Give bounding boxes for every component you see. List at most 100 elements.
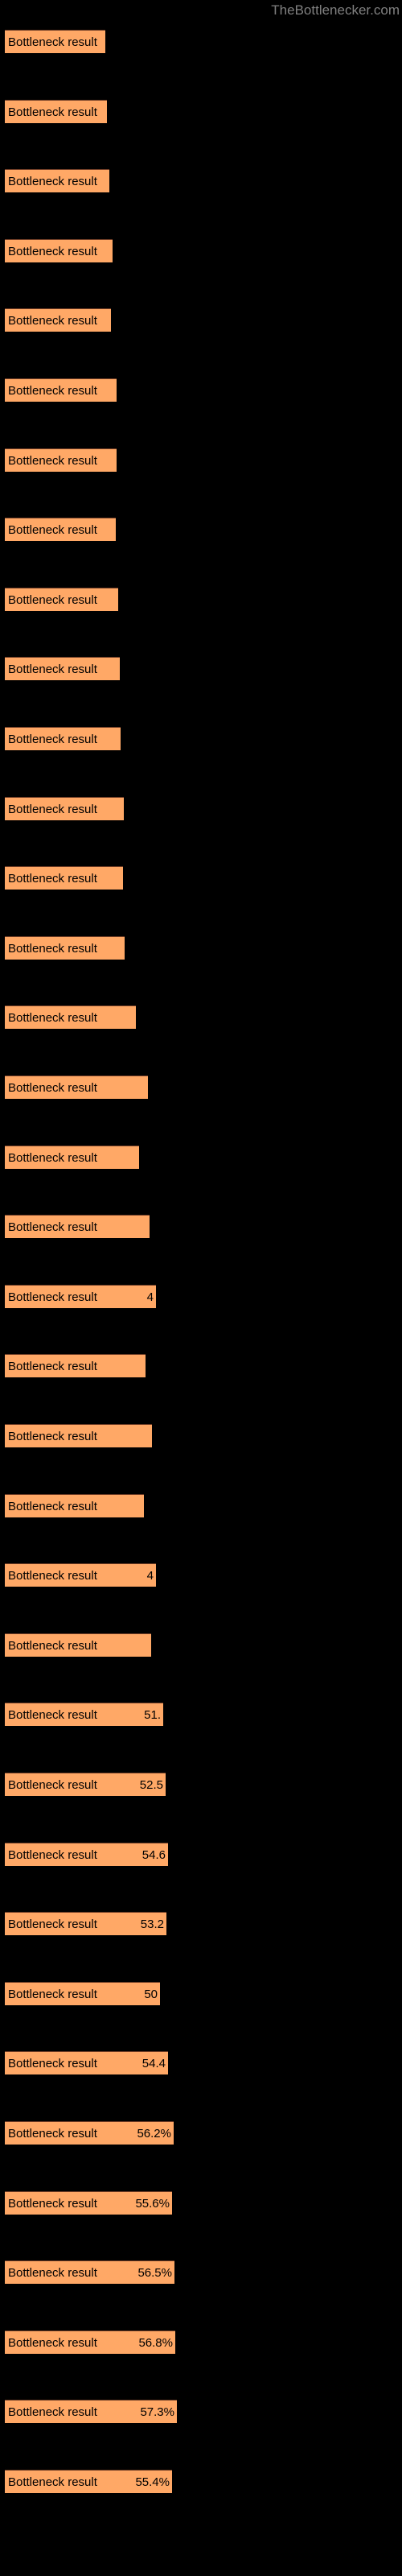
bar[interactable]: Bottleneck result 56.5%: [5, 2260, 174, 2285]
site-header: TheBottlenecker.com: [0, 0, 402, 20]
bar-label: Bottleneck result: [8, 733, 97, 746]
bar-value: 50: [144, 1987, 158, 2001]
bar-label: Bottleneck result: [8, 592, 97, 607]
bar-label: Bottleneck result: [8, 314, 97, 328]
bar[interactable]: Bottleneck result: [5, 1424, 152, 1447]
bar-label: Bottleneck result: [8, 1987, 97, 2001]
bar-label: Bottleneck result: [8, 1638, 97, 1653]
bar-label: Bottleneck result: [8, 1847, 97, 1862]
bar-label: Bottleneck result: [8, 1150, 97, 1165]
bar-row: Bottleneck result: [0, 448, 402, 473]
bar[interactable]: Bottleneck result: [5, 1145, 139, 1169]
bar-row: Bottleneck result: [0, 935, 402, 960]
bar-value: 52.5: [139, 1778, 163, 1792]
bar[interactable]: Bottleneck result: [5, 169, 109, 193]
bar[interactable]: Bottleneck result 56.2%: [5, 2121, 174, 2145]
bar-value: 51.: [144, 1708, 161, 1723]
bar[interactable]: Bottleneck result: [5, 796, 124, 820]
bar-row: Bottleneck result 52.5: [0, 1773, 402, 1797]
bar-value: 57.3%: [140, 2405, 174, 2420]
bar-value: 56.5%: [137, 2266, 172, 2281]
bar[interactable]: Bottleneck result 54.6: [5, 1842, 168, 1866]
site-title: TheBottlenecker.com: [271, 2, 400, 18]
bar[interactable]: Bottleneck result: [5, 1354, 146, 1378]
bar[interactable]: Bottleneck result: [5, 308, 111, 332]
bar[interactable]: Bottleneck result 56.8%: [5, 2330, 175, 2354]
bar[interactable]: Bottleneck result 52.5: [5, 1773, 166, 1796]
bar[interactable]: Bottleneck result 50: [5, 1981, 160, 2005]
bar-row: Bottleneck result: [0, 1354, 402, 1378]
bar-row: Bottleneck result: [0, 796, 402, 821]
bar[interactable]: Bottleneck result: [5, 1633, 151, 1657]
bar-row: Bottleneck result 51.: [0, 1703, 402, 1727]
bar[interactable]: Bottleneck result: [5, 1215, 150, 1239]
bar-label: Bottleneck result: [8, 175, 97, 189]
bar[interactable]: Bottleneck result 4: [5, 1563, 156, 1587]
bar[interactable]: Bottleneck result: [5, 1493, 144, 1517]
bar-row: Bottleneck result 57.3%: [0, 2400, 402, 2424]
bar-label: Bottleneck result: [8, 1918, 97, 1932]
bar[interactable]: Bottleneck result 51.: [5, 1703, 163, 1727]
bar-row: Bottleneck result: [0, 657, 402, 681]
bar-label: Bottleneck result: [8, 2335, 97, 2350]
bar-row: Bottleneck result: [0, 30, 402, 54]
bar-value: 4: [146, 1569, 154, 1583]
bar-row: Bottleneck result: [0, 518, 402, 542]
bar-label: Bottleneck result: [8, 872, 97, 886]
bar-label: Bottleneck result: [8, 1360, 97, 1374]
bar-label: Bottleneck result: [8, 1569, 97, 1583]
bar-label: Bottleneck result: [8, 244, 97, 258]
bar-row: Bottleneck result: [0, 99, 402, 124]
bar[interactable]: Bottleneck result: [5, 378, 117, 402]
bar-value: 55.4%: [135, 2475, 170, 2489]
bar[interactable]: Bottleneck result: [5, 587, 118, 611]
bar[interactable]: Bottleneck result: [5, 866, 123, 890]
bar[interactable]: Bottleneck result: [5, 448, 117, 472]
bar[interactable]: Bottleneck result 57.3%: [5, 2400, 177, 2424]
bar[interactable]: Bottleneck result: [5, 238, 113, 262]
bar-label: Bottleneck result: [8, 384, 97, 398]
bar[interactable]: Bottleneck result 55.6%: [5, 2190, 172, 2215]
bar-row: Bottleneck result 56.5%: [0, 2260, 402, 2285]
bar[interactable]: Bottleneck result 4: [5, 1284, 156, 1308]
bar-label: Bottleneck result: [8, 2057, 97, 2071]
bar-label: Bottleneck result: [8, 663, 97, 677]
bar[interactable]: Bottleneck result: [5, 518, 116, 542]
bar[interactable]: Bottleneck result: [5, 1075, 148, 1099]
bar-row: Bottleneck result: [0, 169, 402, 193]
bar[interactable]: Bottleneck result: [5, 657, 120, 681]
bar-row: Bottleneck result: [0, 727, 402, 751]
bar[interactable]: Bottleneck result: [5, 30, 105, 53]
bar-value: 55.6%: [135, 2196, 170, 2211]
bar-row: Bottleneck result 53.2: [0, 1912, 402, 1936]
bar[interactable]: Bottleneck result: [5, 727, 121, 750]
bar-value: 54.6: [142, 1847, 166, 1862]
bar-label: Bottleneck result: [8, 1499, 97, 1513]
bar[interactable]: Bottleneck result: [5, 935, 125, 960]
bar[interactable]: Bottleneck result: [5, 99, 107, 123]
bar-row: Bottleneck result: [0, 1005, 402, 1030]
bar-label: Bottleneck result: [8, 1011, 97, 1026]
bar-value: 53.2: [140, 1918, 164, 1932]
bar-label: Bottleneck result: [8, 802, 97, 816]
bar-label: Bottleneck result: [8, 523, 97, 538]
bar-row: Bottleneck result: [0, 1215, 402, 1239]
bar-row: Bottleneck result: [0, 1145, 402, 1170]
bar-label: Bottleneck result: [8, 2266, 97, 2281]
bar-label: Bottleneck result: [8, 2196, 97, 2211]
bar[interactable]: Bottleneck result 54.4: [5, 2051, 168, 2075]
bar-label: Bottleneck result: [8, 1220, 97, 1235]
bar-row: Bottleneck result 56.2%: [0, 2121, 402, 2145]
bar-value: 56.2%: [137, 2127, 171, 2140]
bar[interactable]: Bottleneck result 53.2: [5, 1912, 166, 1936]
bar-label: Bottleneck result: [8, 941, 97, 956]
bar-row: Bottleneck result 54.4: [0, 2051, 402, 2075]
bar[interactable]: Bottleneck result 55.4%: [5, 2470, 172, 2493]
bar[interactable]: Bottleneck result: [5, 1005, 136, 1030]
bar-row: Bottleneck result: [0, 1075, 402, 1100]
bar-label: Bottleneck result: [8, 2405, 97, 2420]
bar-value: 4: [146, 1290, 154, 1304]
bar-label: Bottleneck result: [8, 1708, 97, 1723]
bar-row: Bottleneck result 56.8%: [0, 2330, 402, 2355]
bar-row: Bottleneck result: [0, 1633, 402, 1657]
